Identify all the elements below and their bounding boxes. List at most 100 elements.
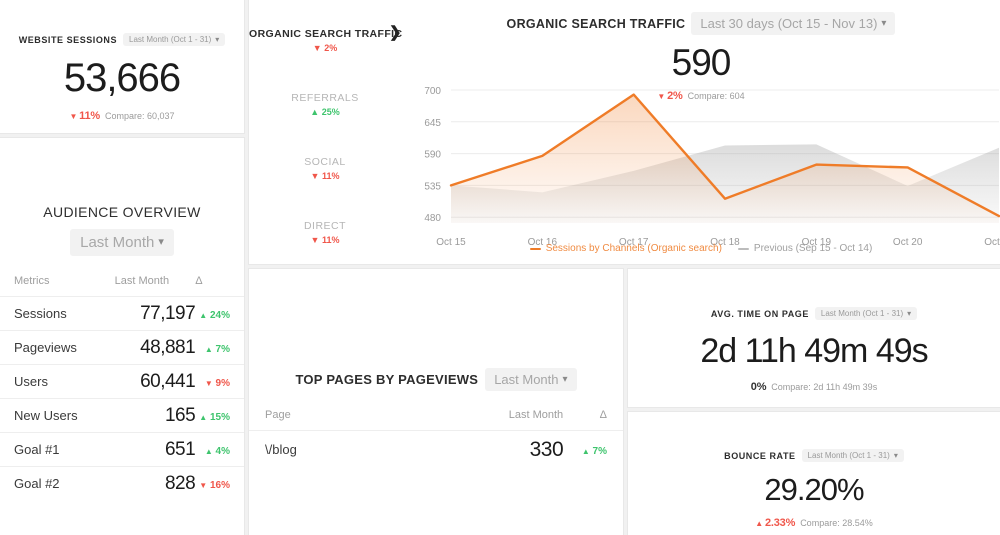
metric-delta-label: 9%	[212, 377, 230, 389]
column-header-page: Page	[265, 409, 291, 421]
metric-value: 165	[164, 404, 196, 426]
page-name: \/blog	[265, 441, 297, 457]
channel-item-social[interactable]: SOCIAL ▼ 11%	[249, 156, 401, 181]
channel-delta-label: 2%	[321, 43, 338, 53]
avg-time-on-page-card: AVG. TIME ON PAGE Last Month (Oct 1 - 31…	[627, 268, 1000, 408]
chart-legend: Sessions by Channels (Organic search) Pre…	[401, 243, 1000, 254]
channel-delta: ▼ 2%	[249, 43, 401, 53]
metric-value-cell: 165	[114, 398, 196, 433]
metric-name: Pageviews	[14, 339, 77, 355]
table-row[interactable]: Sessions 77,197 ▲ 24%	[0, 296, 244, 331]
arrow-up-icon: ▲	[755, 519, 763, 528]
chevron-right-icon[interactable]: ❯	[389, 25, 402, 40]
channel-item-referrals[interactable]: REFERRALS ▲ 25%	[249, 92, 401, 117]
metric-delta-cell: ▼ 16%	[195, 466, 244, 501]
table-row[interactable]: Pageviews 48,881 ▲ 7%	[0, 330, 244, 365]
channel-item-direct[interactable]: DIRECT ▼ 11%	[249, 220, 401, 245]
table-row[interactable]: Goal #1 651 ▲ 4%	[0, 432, 244, 467]
arrow-down-icon: ▼	[312, 43, 322, 53]
channel-delta: ▼ 11%	[249, 171, 401, 181]
table-row[interactable]: Goal #2 828 ▼ 16%	[0, 466, 244, 501]
column-header-metrics: Metrics	[14, 275, 50, 287]
top-pages-period-dropdown[interactable]: Last Month ▾	[485, 368, 577, 391]
bounce-rate-header: BOUNCE RATE Last Month (Oct 1 - 31) ▾	[628, 449, 1000, 462]
avg-time-period-dropdown[interactable]: Last Month (Oct 1 - 31) ▾	[814, 307, 918, 320]
legend-label: Previous (Sep 15 - Oct 14)	[753, 243, 873, 254]
arrow-up-icon: ▲	[310, 107, 320, 117]
channel-delta: ▲ 25%	[249, 107, 401, 117]
column-header-last-month: Last Month	[114, 275, 170, 287]
legend-item[interactable]: Sessions by Channels (Organic search)	[529, 243, 722, 254]
bounce-rate-subline: ▲ 2.33% Compare: 28.54%	[628, 517, 1000, 529]
chevron-down-icon: ▾	[893, 450, 898, 460]
avg-time-delta: 0%	[750, 381, 767, 393]
metric-value: 828	[164, 472, 196, 494]
avg-time-title: AVG. TIME ON PAGE	[710, 308, 809, 319]
organic-chart-period-dropdown[interactable]: Last 30 days (Oct 15 - Nov 13) ▾	[691, 12, 896, 35]
avg-time-compare: Compare: 2d 11h 49m 39s	[771, 382, 878, 392]
y-axis-tick: 480	[424, 213, 441, 224]
website-sessions-period-dropdown[interactable]: Last Month (Oct 1 - 31) ▾	[123, 33, 226, 46]
channel-label: ORGANIC SEARCH TRAFFIC	[249, 28, 403, 40]
organic-search-traffic-chart-card: ORGANIC SEARCH TRAFFIC ▼ 2% REFERRALS ▲ 25%…	[248, 0, 1000, 265]
channel-item-organic-search-traffic[interactable]: ORGANIC SEARCH TRAFFIC ▼ 2%	[249, 28, 403, 53]
website-sessions-value: 53,666	[63, 56, 181, 100]
table-header-row: Metrics Last Month Δ	[0, 275, 244, 297]
organic-chart-period-label: Last 30 days (Oct 15 - Nov 13)	[700, 16, 878, 31]
metric-delta-cell: ▼ 9%	[195, 364, 244, 399]
metric-name-cell: Pageviews	[0, 330, 115, 365]
avg-time-period-label: Last Month (Oct 1 - 31)	[820, 309, 904, 318]
metric-delta-label: 4%	[212, 445, 230, 457]
metric-delta: ▲ 15%	[199, 412, 230, 423]
website-sessions-header: WEBSITE SESSIONS Last Month (Oct 1 - 31)…	[0, 33, 244, 46]
arrow-up-icon: ▲	[204, 446, 213, 456]
table-row[interactable]: New Users 165 ▲ 15%	[0, 398, 244, 433]
page-value: 330	[529, 437, 564, 461]
metric-name: Users	[14, 373, 48, 389]
audience-overview-period-label: Last Month	[80, 234, 155, 251]
legend-label: Sessions by Channels (Organic search)	[545, 243, 722, 254]
bounce-rate-title: BOUNCE RATE	[724, 450, 796, 461]
top-pages-header: TOP PAGES BY PAGEVIEWS Last Month ▾	[249, 368, 623, 391]
avg-time-header: AVG. TIME ON PAGE Last Month (Oct 1 - 31…	[628, 307, 1000, 320]
metric-delta: ▲ 7%	[205, 344, 230, 355]
metric-name-cell: New Users	[0, 398, 115, 433]
bounce-rate-value: 29.20%	[764, 472, 864, 507]
metric-name-cell: Users	[0, 364, 115, 399]
metric-delta: ▲ 24%	[199, 310, 230, 321]
metric-delta: ▼ 9%	[205, 378, 230, 389]
bounce-rate-period-label: Last Month (Oct 1 - 31)	[807, 451, 890, 460]
legend-item[interactable]: Previous (Sep 15 - Oct 14)	[737, 243, 873, 254]
metric-value: 651	[164, 438, 196, 460]
metric-name: Sessions	[14, 305, 67, 321]
audience-overview-title: AUDIENCE OVERVIEW	[43, 204, 201, 220]
arrow-down-icon: ▼	[204, 378, 213, 388]
channel-label: SOCIAL	[304, 156, 346, 168]
metric-delta-cell: ▲ 7%	[195, 330, 244, 365]
metric-name: New Users	[14, 407, 78, 423]
metric-delta-cell: ▲ 15%	[195, 398, 244, 433]
top-pages-table: Page Last Month Δ \/blog 330 ▲ 7%	[249, 409, 623, 469]
bounce-rate-period-dropdown[interactable]: Last Month (Oct 1 - 31) ▾	[801, 449, 904, 462]
website-sessions-card: WEBSITE SESSIONS Last Month (Oct 1 - 31)…	[0, 0, 245, 134]
organic-chart-plot: 700 645 590 535 480 Oct 15 Oct 16 Oct 17 Oct 18 O…	[401, 75, 1000, 264]
page-delta-label: 7%	[589, 445, 607, 457]
page-name-cell: \/blog	[249, 430, 436, 469]
website-sessions-title: WEBSITE SESSIONS	[18, 34, 118, 45]
table-row[interactable]: Users 60,441 ▼ 9%	[0, 364, 244, 399]
y-axis-tick: 645	[424, 118, 441, 129]
audience-overview-period-dropdown[interactable]: Last Month ▾	[70, 229, 174, 256]
metric-delta: ▲ 4%	[205, 446, 230, 457]
channel-delta-label: 11%	[319, 171, 340, 181]
metric-value-cell: 77,197	[114, 296, 196, 331]
website-sessions-period-label: Last Month (Oct 1 - 31)	[129, 35, 212, 44]
channel-label: REFERRALS	[291, 92, 359, 104]
metric-delta: ▼ 16%	[199, 480, 230, 491]
column-header-last-month: Last Month	[508, 409, 564, 421]
chart-svg: 700645590535480Oct 15 Oct 16 Oct 17 Oct 18 O…	[424, 86, 1000, 248]
audience-overview-table: Metrics Last Month Δ Sessions 77,197 ▲ 24%…	[0, 275, 244, 501]
table-row[interactable]: \/blog 330 ▲ 7%	[249, 430, 623, 469]
legend-swatch-icon	[737, 247, 749, 250]
metric-name-cell: Goal #1	[0, 432, 115, 467]
channel-label: DIRECT	[303, 220, 347, 232]
